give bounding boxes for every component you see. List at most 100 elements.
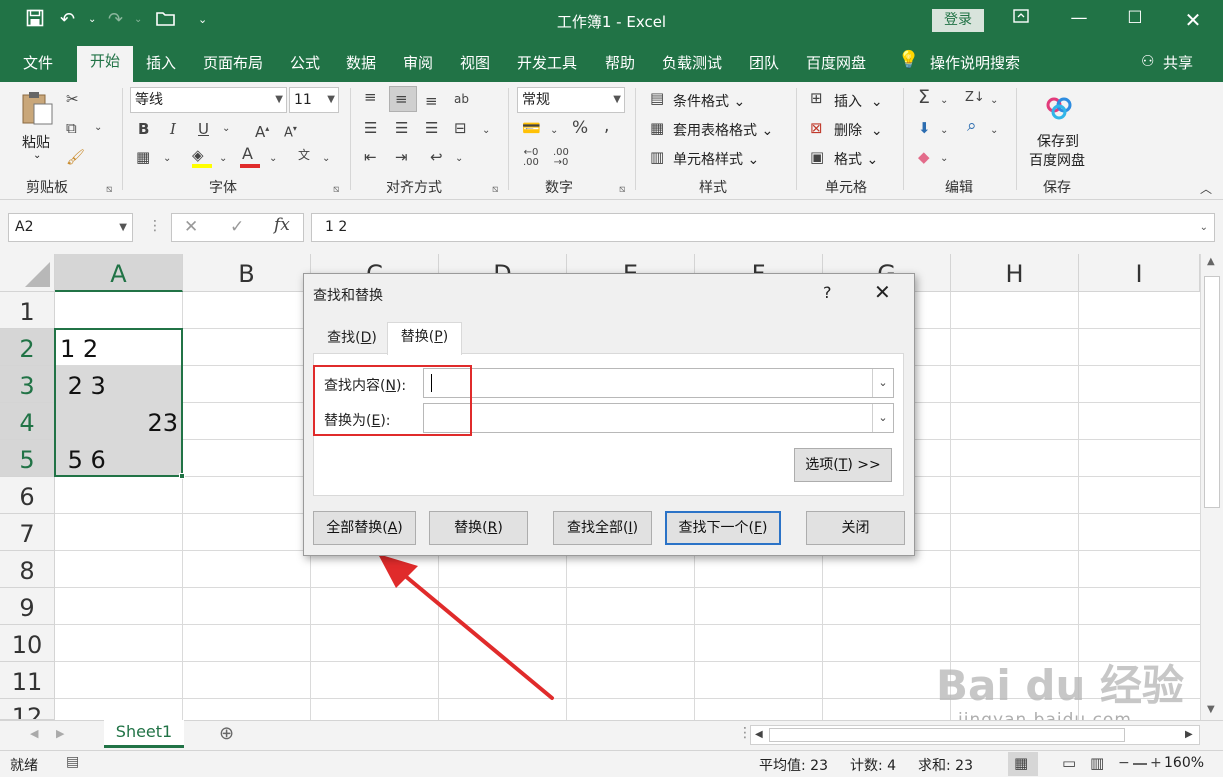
- replace-history-dropdown-icon[interactable]: ⌄: [872, 404, 893, 432]
- cell-style-icon[interactable]: ▥: [650, 148, 664, 166]
- maximize-icon[interactable]: ☐: [1120, 8, 1150, 28]
- scroll-left-icon[interactable]: ◀: [755, 729, 763, 740]
- orientation-icon[interactable]: ab: [454, 90, 469, 108]
- row-header-7[interactable]: 7: [0, 514, 55, 551]
- close-button[interactable]: 关闭: [806, 511, 905, 545]
- tell-me-search[interactable]: 操作说明搜索: [930, 52, 1020, 73]
- select-all-corner[interactable]: [0, 254, 55, 292]
- row-header-4[interactable]: 4: [0, 403, 55, 440]
- column-header-b[interactable]: B: [183, 254, 311, 292]
- vertical-scroll-thumb[interactable]: [1204, 276, 1220, 508]
- page-break-view-icon[interactable]: ▥: [1090, 754, 1104, 772]
- add-sheet-icon[interactable]: ⊕: [219, 723, 234, 744]
- row-header-3[interactable]: 3: [0, 366, 55, 403]
- fill-color-icon[interactable]: ◈: [192, 146, 204, 164]
- tab-file[interactable]: 文件: [23, 52, 53, 73]
- border-icon[interactable]: ▦: [136, 148, 150, 166]
- row-header-6[interactable]: 6: [0, 477, 55, 514]
- find-dropdown-icon[interactable]: ⌄: [990, 122, 998, 140]
- cell-a5[interactable]: 5 6: [55, 441, 182, 477]
- share-button[interactable]: 共享: [1163, 52, 1193, 73]
- format-cells-icon[interactable]: ▣: [810, 148, 824, 166]
- tab-baidu-netdisk[interactable]: 百度网盘: [806, 52, 866, 73]
- row-header-12[interactable]: 12: [0, 699, 55, 720]
- replace-button[interactable]: 替换(R): [429, 511, 528, 545]
- zoom-level[interactable]: 160%: [1164, 755, 1204, 771]
- page-layout-view-icon[interactable]: ▭: [1062, 754, 1076, 772]
- phonetic-dropdown-icon[interactable]: ⌄: [322, 150, 330, 168]
- row-header-1[interactable]: 1: [0, 292, 55, 329]
- decrease-decimal-icon[interactable]: .00 →0: [553, 148, 569, 168]
- find-select-icon[interactable]: ⌕: [967, 117, 977, 135]
- dialog-help-button[interactable]: ?: [823, 283, 832, 302]
- align-right-icon[interactable]: ☰: [425, 119, 438, 137]
- clear-icon[interactable]: ◆: [918, 148, 930, 166]
- insert-cells-button[interactable]: 插入 ⌄: [834, 91, 883, 111]
- save-baidu-label-2[interactable]: 百度网盘: [1029, 150, 1085, 170]
- column-header-a[interactable]: A: [55, 254, 183, 292]
- tab-review[interactable]: 审阅: [403, 52, 433, 73]
- column-header-i[interactable]: I: [1079, 254, 1200, 292]
- options-button[interactable]: 选项(T) >>: [794, 448, 892, 482]
- cell-a4[interactable]: 23: [55, 404, 182, 440]
- currency-dropdown-icon[interactable]: ⌄: [550, 122, 558, 140]
- increase-font-icon[interactable]: A▴: [255, 120, 269, 141]
- conditional-format-button[interactable]: 条件格式 ⌄: [673, 91, 745, 111]
- share-icon[interactable]: ⚇: [1141, 52, 1154, 70]
- increase-indent-icon[interactable]: ⇥: [395, 148, 408, 166]
- column-header-h[interactable]: H: [951, 254, 1079, 292]
- tab-formulas[interactable]: 公式: [290, 52, 320, 73]
- row-header-5[interactable]: 5: [0, 440, 55, 477]
- formula-input[interactable]: 1 2 ⌄: [311, 213, 1215, 242]
- underline-dropdown-icon[interactable]: ⌄: [222, 120, 230, 138]
- decrease-indent-icon[interactable]: ⇤: [364, 148, 377, 166]
- insert-function-icon[interactable]: fx: [274, 215, 290, 235]
- macro-record-icon[interactable]: ▤: [66, 754, 79, 770]
- normal-view-icon[interactable]: ▦: [1014, 754, 1028, 772]
- next-sheet-icon[interactable]: ▶: [56, 727, 64, 740]
- align-launcher-icon[interactable]: ⧅: [492, 181, 498, 199]
- cancel-icon[interactable]: ✕: [184, 217, 198, 237]
- align-center-icon[interactable]: ☰: [395, 119, 408, 137]
- font-color-dropdown-icon[interactable]: ⌄: [269, 150, 277, 168]
- insert-cells-icon[interactable]: ⊞: [810, 89, 823, 107]
- scroll-right-icon[interactable]: ▶: [1185, 729, 1193, 740]
- merge-center-icon[interactable]: ⊟: [454, 119, 467, 137]
- cell-a2[interactable]: 1 2: [55, 330, 182, 366]
- number-launcher-icon[interactable]: ⧅: [619, 181, 625, 199]
- find-history-dropdown-icon[interactable]: ⌄: [872, 369, 893, 397]
- horizontal-scrollbar[interactable]: ◀ ▶: [750, 725, 1200, 745]
- replace-with-input[interactable]: ⌄: [423, 403, 894, 433]
- minimize-icon[interactable]: —: [1064, 8, 1094, 28]
- align-top-icon[interactable]: ≡: [364, 88, 377, 106]
- align-bottom-icon[interactable]: ≡: [425, 92, 438, 110]
- tab-team[interactable]: 团队: [749, 52, 779, 73]
- horizontal-scroll-thumb[interactable]: [769, 728, 1125, 742]
- phonetic-icon[interactable]: 文: [298, 146, 310, 164]
- cut-icon[interactable]: ✂: [66, 90, 79, 108]
- fill-dropdown-icon[interactable]: ⌄: [940, 122, 948, 140]
- copy-dropdown-icon[interactable]: ⌄: [94, 119, 102, 137]
- baidu-netdisk-icon[interactable]: [1045, 96, 1073, 124]
- bold-icon[interactable]: B: [138, 120, 149, 138]
- fill-icon[interactable]: ⬇: [918, 119, 931, 137]
- increase-decimal-icon[interactable]: ←0.00: [523, 148, 539, 168]
- format-painter-icon[interactable]: 🖌: [66, 148, 85, 166]
- prev-sheet-icon[interactable]: ◀: [30, 727, 38, 740]
- percent-icon[interactable]: %: [572, 119, 588, 137]
- tab-load-test[interactable]: 负载测试: [662, 52, 722, 73]
- paste-label[interactable]: 粘贴: [22, 132, 50, 152]
- cell-a3[interactable]: 2 3: [55, 367, 182, 403]
- sheet-tab-sheet1[interactable]: Sheet1: [104, 720, 184, 748]
- border-dropdown-icon[interactable]: ⌄: [163, 150, 171, 168]
- zoom-out-icon[interactable]: −: [1118, 755, 1130, 771]
- save-baidu-label-1[interactable]: 保存到: [1037, 131, 1079, 151]
- close-window-icon[interactable]: ✕: [1178, 8, 1208, 32]
- autosum-icon[interactable]: Σ: [918, 88, 930, 107]
- wrap-dropdown-icon[interactable]: ⌄: [455, 150, 463, 168]
- name-box[interactable]: A2 ▼: [8, 213, 133, 242]
- tab-data[interactable]: 数据: [346, 52, 376, 73]
- row-header-11[interactable]: 11: [0, 662, 55, 699]
- wrap-text-icon[interactable]: ↩: [430, 148, 443, 166]
- tab-view[interactable]: 视图: [460, 52, 490, 73]
